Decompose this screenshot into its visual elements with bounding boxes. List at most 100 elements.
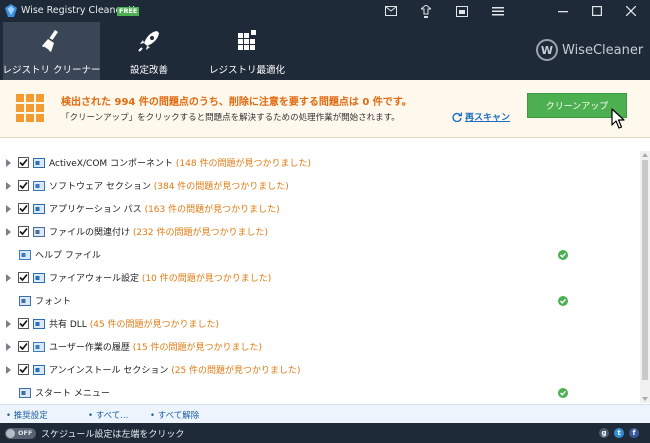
- summary-subtext: 「クリーンアップ」をクリックすると問題点を解決するための処理作業が開始されます。: [61, 113, 400, 123]
- minimize-icon[interactable]: [555, 3, 571, 19]
- font-icon: [19, 295, 31, 306]
- wisecleaner-brand[interactable]: W WiseCleaner: [536, 39, 643, 61]
- blocks-icon: [238, 30, 256, 50]
- list-item[interactable]: ファイアウォール設定 (10 件の問題が見つかりました): [0, 266, 640, 289]
- item-checkbox[interactable]: [18, 341, 29, 352]
- item-issue-count: (232 件の問題が見つかりました): [132, 228, 268, 238]
- item-issue-count: (10 件の問題が見つかりました): [141, 274, 272, 284]
- list-item[interactable]: アンインストール セクション (25 件の問題が見つかりました): [0, 358, 640, 381]
- summary-headline: 検出された 994 件の問題点のうち、削除に注意を要する問題点は 0 件です。: [61, 97, 412, 108]
- scroll-down-icon[interactable]: [642, 397, 648, 401]
- tab-system-tuneup[interactable]: 設定改善: [113, 22, 185, 80]
- item-label: 共有 DLL (45 件の問題が見つかりました): [49, 320, 220, 330]
- selection-link-bar: • 推奨設定 • すべて... • すべて解除: [0, 404, 650, 423]
- list-item[interactable]: スタート メニュー: [0, 381, 640, 404]
- registry-category-list: ActiveX/COM コンポーネント (148 件の問題が見つかりました) ソフ…: [0, 151, 640, 403]
- item-checkbox[interactable]: [18, 226, 29, 237]
- deselect-all-link[interactable]: • すべて解除: [150, 409, 199, 421]
- recommended-link[interactable]: • 推奨設定: [6, 409, 48, 421]
- item-label: ファイアウォール設定 (10 件の問題が見つかりました): [49, 274, 272, 284]
- software-icon: [33, 180, 45, 191]
- check-ok-icon: [558, 387, 568, 398]
- list-item[interactable]: ファイルの関連付け (232 件の問題が見つかりました): [0, 220, 640, 243]
- item-label: フォント: [35, 297, 72, 307]
- item-checkbox[interactable]: [18, 318, 29, 329]
- start-menu-icon: [19, 387, 31, 398]
- status-bar: OFF スケジュール設定は左端をクリック g t f: [0, 423, 650, 443]
- free-badge: FREE: [117, 7, 140, 16]
- schedule-toggle[interactable]: OFF: [5, 428, 36, 439]
- twitter-icon[interactable]: t: [614, 428, 624, 438]
- tab-label: 設定改善: [129, 65, 168, 76]
- item-label: スタート メニュー: [35, 389, 110, 399]
- close-icon[interactable]: [623, 3, 639, 19]
- toggle-knob: [6, 429, 15, 438]
- brand-name: WiseCleaner: [562, 42, 644, 58]
- item-checkbox[interactable]: [18, 272, 29, 283]
- check-ok-icon: [558, 249, 568, 260]
- item-label: ActiveX/COM コンポーネント (148 件の問題が見つかりました): [49, 159, 311, 169]
- expand-arrow-icon[interactable]: [6, 365, 11, 374]
- scroll-thumb[interactable]: [642, 160, 648, 380]
- expand-arrow-icon[interactable]: [6, 158, 11, 167]
- rocket-icon: [138, 31, 159, 52]
- item-issue-count: (45 件の問題が見つかりました): [89, 320, 220, 330]
- item-checkbox[interactable]: [18, 203, 29, 214]
- tab-label: レジストリ クリーナー: [2, 65, 101, 76]
- list-item[interactable]: 共有 DLL (45 件の問題が見つかりました): [0, 312, 640, 335]
- dll-icon: [33, 318, 45, 329]
- list-item[interactable]: ヘルプ ファイル: [0, 243, 640, 266]
- item-checkbox[interactable]: [18, 180, 29, 191]
- expand-arrow-icon[interactable]: [6, 227, 11, 236]
- item-issue-count: (163 件の問題が見つかりました): [144, 205, 280, 215]
- tab-label: レジストリ最適化: [208, 65, 285, 76]
- expand-arrow-icon[interactable]: [6, 204, 11, 213]
- mouse-cursor-icon: [611, 108, 625, 129]
- tab-registry-cleaner[interactable]: レジストリ クリーナー: [2, 22, 101, 80]
- message-icon[interactable]: [383, 3, 399, 19]
- list-item[interactable]: ユーザー作業の履歴 (15 件の問題が見つかりました): [0, 335, 640, 358]
- rescan-link[interactable]: 再スキャン: [452, 110, 510, 123]
- firewall-icon: [33, 272, 45, 283]
- list-item[interactable]: フォント: [0, 289, 640, 312]
- rescan-label: 再スキャン: [465, 113, 511, 123]
- uninstall-icon: [33, 364, 45, 375]
- facebook-icon[interactable]: f: [629, 428, 639, 438]
- list-item[interactable]: アプリケーション パス (163 件の問題が見つかりました): [0, 197, 640, 220]
- item-label: アンインストール セクション (25 件の問題が見つかりました): [49, 366, 301, 376]
- item-checkbox[interactable]: [18, 364, 29, 375]
- item-label: ソフトウェア セクション (384 件の問題が見つかりました): [49, 182, 289, 192]
- app-path-icon: [33, 203, 45, 214]
- wisecleaner-logo: W: [536, 39, 558, 61]
- component-icon: [33, 157, 45, 168]
- select-all-link[interactable]: • すべて...: [88, 409, 128, 421]
- item-issue-count: (25 件の問題が見つかりました): [171, 366, 301, 376]
- help-file-icon: [19, 249, 31, 260]
- menu-icon[interactable]: [490, 3, 506, 19]
- list-item[interactable]: ソフトウェア セクション (384 件の問題が見つかりました): [0, 174, 640, 197]
- scroll-up-icon[interactable]: [642, 153, 648, 157]
- item-label: ファイルの関連付け (232 件の問題が見つかりました): [49, 228, 268, 238]
- file-assoc-icon: [33, 226, 45, 237]
- toggle-label: OFF: [18, 429, 33, 437]
- list-item[interactable]: ActiveX/COM コンポーネント (148 件の問題が見つかりました): [0, 151, 640, 174]
- title-bar: Wise Registry Cleaner X FREE: [0, 0, 650, 22]
- feedback-icon[interactable]: [418, 3, 434, 19]
- history-icon: [33, 341, 45, 352]
- item-checkbox[interactable]: [18, 157, 29, 168]
- expand-arrow-icon[interactable]: [6, 273, 11, 282]
- item-issue-count: (15 件の問題が見つかりました): [132, 343, 263, 353]
- item-issue-count: (148 件の問題が見つかりました): [175, 159, 311, 169]
- item-label: アプリケーション パス (163 件の問題が見つかりました): [49, 205, 280, 215]
- maximize-icon[interactable]: [589, 3, 605, 19]
- google-plus-icon[interactable]: g: [599, 428, 609, 438]
- list-scrollbar[interactable]: [640, 151, 650, 403]
- tab-registry-defrag[interactable]: レジストリ最適化: [207, 22, 287, 80]
- expand-arrow-icon[interactable]: [6, 181, 11, 190]
- item-issue-count: (384 件の問題が見つかりました): [153, 182, 289, 192]
- status-text: スケジュール設定は左端をクリック: [41, 430, 185, 440]
- item-label: ヘルプ ファイル: [35, 251, 101, 261]
- skin-icon[interactable]: [454, 3, 470, 19]
- expand-arrow-icon[interactable]: [6, 342, 11, 351]
- expand-arrow-icon[interactable]: [6, 319, 11, 328]
